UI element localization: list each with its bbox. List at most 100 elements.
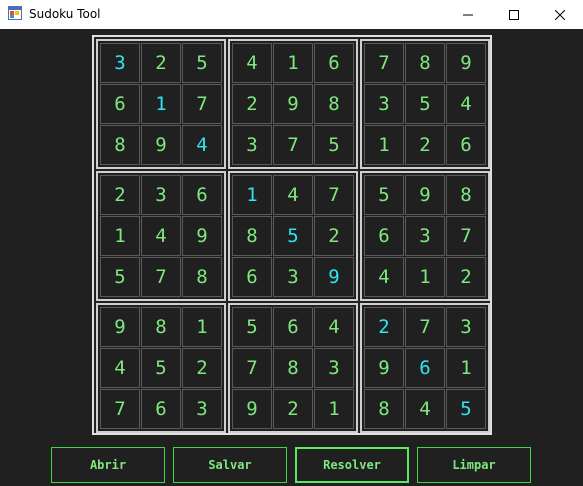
- sudoku-cell[interactable]: 9: [446, 43, 486, 83]
- sudoku-cell[interactable]: 8: [232, 216, 272, 256]
- sudoku-cell[interactable]: 3: [100, 43, 140, 83]
- sudoku-cell[interactable]: 8: [100, 125, 140, 165]
- sudoku-cell[interactable]: 7: [364, 43, 404, 83]
- sudoku-cell[interactable]: 1: [232, 175, 272, 215]
- minimize-button[interactable]: [445, 0, 491, 29]
- open-button[interactable]: Abrir: [51, 447, 165, 483]
- sudoku-cell[interactable]: 8: [405, 43, 445, 83]
- sudoku-cell[interactable]: 1: [273, 43, 313, 83]
- sudoku-cell[interactable]: 5: [446, 389, 486, 429]
- sudoku-box: 598 637 412: [360, 171, 490, 301]
- minimize-icon: [463, 14, 473, 15]
- sudoku-cell[interactable]: 6: [232, 257, 272, 297]
- solve-button[interactable]: Resolver: [295, 447, 409, 483]
- sudoku-cell[interactable]: 5: [141, 348, 181, 388]
- save-button[interactable]: Salvar: [173, 447, 287, 483]
- maximize-icon: [509, 9, 519, 20]
- sudoku-cell[interactable]: 2: [141, 43, 181, 83]
- sudoku-cell[interactable]: 6: [100, 84, 140, 124]
- sudoku-cell[interactable]: 5: [405, 84, 445, 124]
- sudoku-cell[interactable]: 6: [364, 216, 404, 256]
- sudoku-cell[interactable]: 9: [314, 257, 354, 297]
- close-button[interactable]: [537, 0, 583, 29]
- sudoku-cell[interactable]: 3: [446, 307, 486, 347]
- sudoku-cell[interactable]: 2: [314, 216, 354, 256]
- sudoku-cell[interactable]: 5: [314, 125, 354, 165]
- sudoku-cell[interactable]: 3: [232, 125, 272, 165]
- clear-button[interactable]: Limpar: [417, 447, 531, 483]
- sudoku-cell[interactable]: 1: [314, 389, 354, 429]
- sudoku-cell[interactable]: 8: [273, 348, 313, 388]
- close-icon: [555, 9, 565, 20]
- sudoku-cell[interactable]: 2: [100, 175, 140, 215]
- sudoku-cell[interactable]: 7: [100, 389, 140, 429]
- sudoku-cell[interactable]: 2: [182, 348, 222, 388]
- sudoku-box: 789 354 126: [360, 39, 490, 169]
- sudoku-cell[interactable]: 2: [364, 307, 404, 347]
- sudoku-cell[interactable]: 5: [273, 216, 313, 256]
- sudoku-cell[interactable]: 2: [446, 257, 486, 297]
- sudoku-cell[interactable]: 9: [405, 175, 445, 215]
- sudoku-cell[interactable]: 8: [182, 257, 222, 297]
- sudoku-box: 981 452 763: [96, 303, 226, 433]
- sudoku-cell[interactable]: 3: [273, 257, 313, 297]
- sudoku-cell[interactable]: 3: [364, 84, 404, 124]
- sudoku-cell[interactable]: 4: [446, 84, 486, 124]
- sudoku-cell[interactable]: 6: [273, 307, 313, 347]
- sudoku-box: 416 298 375: [228, 39, 358, 169]
- sudoku-box: 236 149 578: [96, 171, 226, 301]
- sudoku-cell[interactable]: 7: [446, 216, 486, 256]
- sudoku-cell[interactable]: 8: [364, 389, 404, 429]
- maximize-button[interactable]: [491, 0, 537, 29]
- sudoku-cell[interactable]: 7: [182, 84, 222, 124]
- sudoku-cell[interactable]: 9: [141, 125, 181, 165]
- sudoku-cell[interactable]: 3: [182, 389, 222, 429]
- sudoku-cell[interactable]: 1: [100, 216, 140, 256]
- sudoku-cell[interactable]: 1: [446, 348, 486, 388]
- sudoku-cell[interactable]: 9: [100, 307, 140, 347]
- sudoku-cell[interactable]: 1: [364, 125, 404, 165]
- sudoku-cell[interactable]: 7: [141, 257, 181, 297]
- sudoku-cell[interactable]: 5: [100, 257, 140, 297]
- sudoku-cell[interactable]: 6: [141, 389, 181, 429]
- sudoku-cell[interactable]: 5: [182, 43, 222, 83]
- sudoku-cell[interactable]: 7: [405, 307, 445, 347]
- sudoku-box: 147 852 639: [228, 171, 358, 301]
- sudoku-cell[interactable]: 9: [273, 84, 313, 124]
- sudoku-cell[interactable]: 8: [314, 84, 354, 124]
- sudoku-cell[interactable]: 1: [141, 84, 181, 124]
- app-icon: [8, 6, 22, 20]
- sudoku-cell[interactable]: 3: [141, 175, 181, 215]
- sudoku-cell[interactable]: 6: [314, 43, 354, 83]
- sudoku-cell[interactable]: 3: [314, 348, 354, 388]
- sudoku-cell[interactable]: 1: [405, 257, 445, 297]
- sudoku-cell[interactable]: 7: [314, 175, 354, 215]
- sudoku-box: 273 961 845: [360, 303, 490, 433]
- sudoku-cell[interactable]: 5: [364, 175, 404, 215]
- sudoku-cell[interactable]: 2: [232, 84, 272, 124]
- sudoku-cell[interactable]: 9: [232, 389, 272, 429]
- sudoku-cell[interactable]: 4: [314, 307, 354, 347]
- sudoku-cell[interactable]: 9: [182, 216, 222, 256]
- sudoku-cell[interactable]: 6: [182, 175, 222, 215]
- sudoku-cell[interactable]: 4: [182, 125, 222, 165]
- sudoku-cell[interactable]: 2: [273, 389, 313, 429]
- sudoku-cell[interactable]: 5: [232, 307, 272, 347]
- sudoku-cell[interactable]: 4: [405, 389, 445, 429]
- sudoku-cell[interactable]: 6: [405, 348, 445, 388]
- sudoku-cell[interactable]: 4: [232, 43, 272, 83]
- sudoku-cell[interactable]: 8: [141, 307, 181, 347]
- sudoku-cell[interactable]: 4: [100, 348, 140, 388]
- window-title: Sudoku Tool: [29, 7, 101, 21]
- sudoku-cell[interactable]: 1: [182, 307, 222, 347]
- sudoku-cell[interactable]: 9: [364, 348, 404, 388]
- sudoku-cell[interactable]: 3: [405, 216, 445, 256]
- sudoku-cell[interactable]: 4: [141, 216, 181, 256]
- sudoku-cell[interactable]: 7: [232, 348, 272, 388]
- sudoku-cell[interactable]: 7: [273, 125, 313, 165]
- sudoku-cell[interactable]: 2: [405, 125, 445, 165]
- sudoku-cell[interactable]: 4: [273, 175, 313, 215]
- sudoku-cell[interactable]: 8: [446, 175, 486, 215]
- sudoku-cell[interactable]: 6: [446, 125, 486, 165]
- sudoku-cell[interactable]: 4: [364, 257, 404, 297]
